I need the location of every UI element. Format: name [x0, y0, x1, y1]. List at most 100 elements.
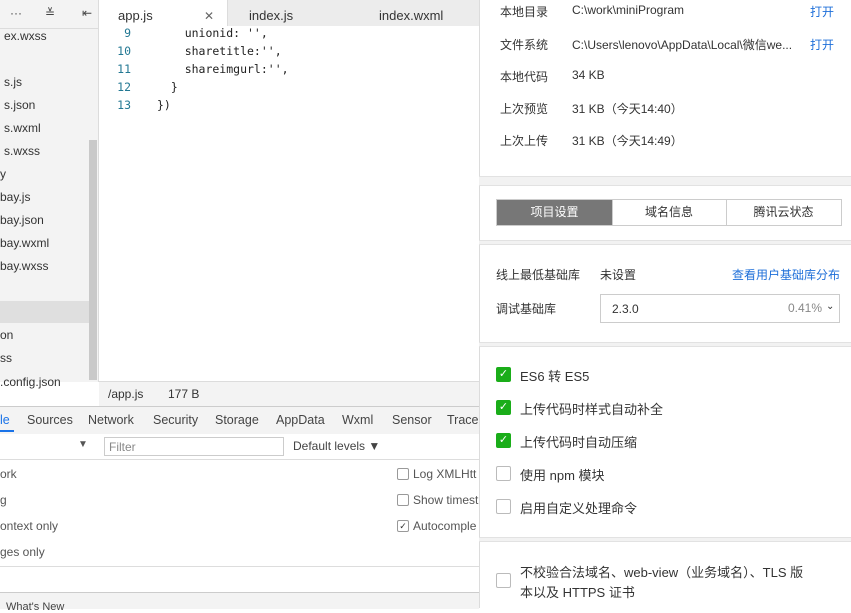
skip-domain-check-label-2: 本以及 HTTPS 证书 — [520, 585, 635, 600]
console-option[interactable]: Log XMLHtt — [413, 467, 476, 481]
tab-project-settings[interactable]: 项目设置 — [497, 200, 613, 225]
tab-domain-info[interactable]: 域名信息 — [612, 200, 727, 225]
tree-item[interactable]: ex.wxss — [4, 29, 47, 43]
log-xhr-checkbox[interactable] — [397, 468, 409, 480]
debug-lib-label: 调试基础库 — [496, 302, 557, 316]
last-preview-value: 31 KB（今天14:40） — [572, 102, 683, 116]
local-code-value: 34 KB — [572, 68, 605, 82]
autocomplete-checkbox[interactable]: ✓ — [397, 520, 409, 532]
section-divider — [479, 537, 851, 542]
filesystem-value: C:\Users\lenovo\AppData\Local\微信we... — [572, 38, 793, 52]
filesystem-label: 文件系统 — [500, 38, 549, 52]
tab-network[interactable]: Network — [88, 413, 134, 427]
debug-lib-select[interactable]: 2.3.0 0.41% ⌄ — [600, 294, 840, 323]
tree-item[interactable]: y — [0, 167, 6, 181]
custom-command-checkbox[interactable] — [496, 499, 511, 514]
autoprefix-checkbox[interactable]: ✓ — [496, 400, 511, 415]
npm-label: 使用 npm 模块 — [520, 468, 605, 483]
code-line: } — [157, 80, 178, 94]
devtools-tab-bar: le Sources Network Security Storage AppD… — [0, 406, 479, 435]
tab-tencent-cloud[interactable]: 腾讯云状态 — [726, 200, 841, 225]
section-divider — [479, 176, 851, 186]
last-upload-value: 31 KB（今天14:49） — [572, 134, 683, 148]
tree-item[interactable]: bay.wxss — [0, 259, 48, 273]
console-option[interactable]: ork — [0, 467, 17, 481]
line-number: 9 — [124, 26, 131, 40]
tree-item[interactable]: ss — [0, 351, 12, 365]
tree-item[interactable]: s.wxml — [4, 121, 41, 135]
min-lib-value: 未设置 — [600, 268, 637, 282]
tree-item[interactable]: bay.json — [0, 213, 44, 227]
last-upload-label: 上次上传 — [500, 134, 549, 148]
tree-scrollbar[interactable] — [89, 140, 97, 380]
context-dropdown-icon[interactable]: ▼ — [78, 439, 88, 450]
minify-checkbox[interactable]: ✓ — [496, 433, 511, 448]
open-local-dir-link[interactable]: 打开 — [810, 3, 834, 20]
npm-checkbox[interactable] — [496, 466, 511, 481]
editor-status-bar: /app.js 177 B — [99, 381, 479, 406]
skip-domain-check-checkbox[interactable] — [496, 573, 511, 588]
line-number: 10 — [117, 44, 131, 58]
code-line: }) — [157, 98, 171, 112]
min-lib-label: 线上最低基础库 — [496, 268, 581, 282]
section-divider — [479, 342, 851, 347]
active-tab-indicator — [0, 430, 14, 432]
console-option[interactable]: Show timest — [413, 493, 478, 507]
collapse-all-icon[interactable]: ≚ — [45, 6, 55, 20]
console-option[interactable]: ges only — [0, 545, 45, 559]
tab-trace[interactable]: Trace — [447, 413, 479, 427]
code-editor[interactable]: 9 10 11 12 13 unionid: '', sharetitle:''… — [99, 26, 479, 381]
custom-command-label: 启用自定义处理命令 — [520, 501, 638, 516]
debug-lib-percentage: 0.41% — [788, 301, 823, 315]
es6-label: ES6 转 ES5 — [520, 369, 590, 384]
es6-checkbox[interactable]: ✓ — [496, 367, 511, 382]
code-line: unionid: '', — [157, 26, 268, 40]
line-number: 11 — [117, 62, 131, 76]
tab-storage[interactable]: Storage — [215, 413, 259, 427]
tab-security[interactable]: Security — [153, 413, 198, 427]
console-input[interactable] — [0, 566, 479, 591]
file-path: /app.js — [108, 387, 144, 401]
bottom-drawer: What's New — [0, 592, 479, 613]
tree-item[interactable]: on — [0, 328, 13, 342]
tree-item[interactable]: bay.wxml — [0, 236, 49, 250]
console-option[interactable]: ontext only — [0, 519, 58, 533]
file-tree-toolbar: ··· ≚ ⇤ — [0, 0, 98, 29]
toggle-sidebar-icon[interactable]: ⇤ — [82, 6, 92, 20]
line-number: 12 — [117, 80, 131, 94]
section-divider — [479, 240, 851, 245]
tab-console[interactable]: le — [0, 413, 10, 427]
tab-wxml[interactable]: Wxml — [342, 413, 373, 427]
file-size: 177 B — [168, 387, 200, 401]
tree-item-selected[interactable] — [0, 301, 90, 323]
console-filter-bar: ▼ Filter Default levels ▼ — [0, 434, 479, 460]
settings-segmented-control: 项目设置 域名信息 腾讯云状态 — [496, 199, 842, 226]
skip-domain-check-label-1: 不校验合法域名、web-view（业务域名）、TLS 版 — [520, 565, 804, 580]
more-icon[interactable]: ··· — [10, 6, 22, 20]
chevron-down-icon: ⌄ — [826, 301, 835, 312]
lib-distribution-link[interactable]: 查看用户基础库分布 — [732, 266, 840, 283]
whats-new-tab[interactable]: What's New — [6, 601, 64, 613]
tree-item[interactable]: s.wxss — [4, 144, 40, 158]
filter-placeholder: Filter — [109, 440, 136, 454]
code-line: sharetitle:'', — [157, 44, 282, 58]
local-code-label: 本地代码 — [500, 70, 549, 84]
levels-dropdown[interactable]: Default levels ▼ — [293, 439, 380, 453]
open-filesystem-link[interactable]: 打开 — [810, 36, 834, 53]
filter-input[interactable]: Filter — [104, 437, 284, 456]
tree-item[interactable]: s.js — [4, 75, 22, 89]
autoprefix-label: 上传代码时样式自动补全 — [520, 402, 664, 417]
tab-sensor[interactable]: Sensor — [392, 413, 432, 427]
tree-item[interactable]: .config.json — [0, 375, 61, 389]
line-number: 13 — [117, 98, 131, 112]
tab-appdata[interactable]: AppData — [276, 413, 325, 427]
tree-item[interactable]: bay.js — [0, 190, 30, 204]
tree-item[interactable]: s.json — [4, 98, 35, 112]
console-option[interactable]: g — [0, 493, 7, 507]
minify-label: 上传代码时自动压缩 — [520, 435, 638, 450]
tab-sources[interactable]: Sources — [27, 413, 73, 427]
show-timestamps-checkbox[interactable] — [397, 494, 409, 506]
debug-lib-version: 2.3.0 — [612, 302, 639, 316]
console-option[interactable]: Autocomple — [413, 519, 476, 533]
local-dir-label: 本地目录 — [500, 5, 549, 19]
